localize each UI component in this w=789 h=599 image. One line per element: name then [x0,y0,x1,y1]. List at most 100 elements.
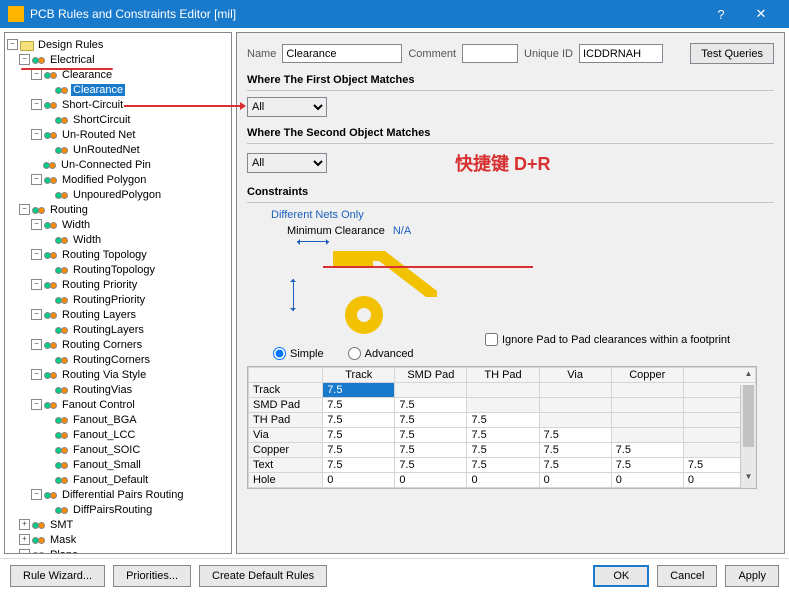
create-default-rules-button[interactable]: Create Default Rules [199,565,327,587]
name-input[interactable] [282,44,402,63]
matrix-cell[interactable]: 7.5 [467,458,539,473]
tree-unrouted-group[interactable]: Un-Routed Net [60,129,137,141]
matrix-cell[interactable]: 7.5 [323,398,395,413]
matrix-cell[interactable] [467,398,539,413]
expand-icon[interactable]: + [19,534,30,545]
tree-diffpair-group[interactable]: Differential Pairs Routing [60,489,185,501]
tree-short[interactable]: ShortCircuit [71,114,132,126]
tree-fanout-bga[interactable]: Fanout_BGA [71,414,139,426]
matrix-cell[interactable]: 7.5 [611,458,683,473]
tree-rtopo[interactable]: RoutingTopology [71,264,157,276]
matrix-cell[interactable]: 0 [395,473,467,488]
collapse-icon[interactable]: − [7,39,18,50]
matrix-cell[interactable]: 7.5 [539,443,611,458]
collapse-icon[interactable]: − [19,549,30,554]
tree-rlay[interactable]: RoutingLayers [71,324,146,336]
tree-fanout-small[interactable]: Fanout_Small [71,459,143,471]
first-match-select[interactable]: All [247,97,327,117]
expand-icon[interactable]: + [19,519,30,530]
matrix-cell[interactable]: 7.5 [539,458,611,473]
matrix-cell[interactable] [539,413,611,428]
ok-button[interactable]: OK [593,565,649,587]
uid-input[interactable] [579,44,663,63]
tree-fanout-soic[interactable]: Fanout_SOIC [71,444,142,456]
tree-short-group[interactable]: Short-Circuit [60,99,125,111]
matrix-cell[interactable]: 7.5 [323,383,395,398]
comment-input[interactable] [462,44,518,63]
tree-modpoly[interactable]: UnpouredPolygon [71,189,163,201]
collapse-icon[interactable]: − [31,369,42,380]
matrix-cell[interactable] [611,398,683,413]
vertical-scrollbar[interactable]: ▲ ▼ [740,385,756,488]
tree-rvia[interactable]: RoutingVias [71,384,134,396]
matrix-cell[interactable]: 7.5 [395,443,467,458]
tree-electrical[interactable]: Electrical [48,54,97,66]
priorities-button[interactable]: Priorities... [113,565,191,587]
matrix-cell[interactable] [611,383,683,398]
collapse-icon[interactable]: − [31,489,42,500]
matrix-cell[interactable]: 0 [611,473,683,488]
collapse-icon[interactable]: − [31,129,42,140]
tree-modpoly-group[interactable]: Modified Polygon [60,174,148,186]
collapse-icon[interactable]: − [31,174,42,185]
tree-rvia-group[interactable]: Routing Via Style [60,369,148,381]
ignore-pad-checkbox[interactable] [485,333,498,346]
matrix-cell[interactable]: 7.5 [539,428,611,443]
tree-clearance-group[interactable]: Clearance [60,69,114,81]
matrix-cell[interactable] [539,383,611,398]
mode-advanced-radio[interactable]: Advanced [348,347,414,360]
tree-rtopo-group[interactable]: Routing Topology [60,249,149,261]
matrix-cell[interactable]: 0 [467,473,539,488]
tree-fanout-default[interactable]: Fanout_Default [71,474,150,486]
clearance-matrix[interactable]: TrackSMD PadTH PadViaCopperTrack7.5SMD P… [247,366,757,489]
matrix-cell[interactable]: 0 [323,473,395,488]
tree-rprio[interactable]: RoutingPriority [71,294,147,306]
tree-unconnpin[interactable]: Un-Connected Pin [59,159,153,171]
mode-simple-radio[interactable]: Simple [273,347,324,360]
test-queries-button[interactable]: Test Queries [690,43,774,64]
tree-diffpair[interactable]: DiffPairsRouting [71,504,154,516]
matrix-cell[interactable] [467,383,539,398]
tree-rcor-group[interactable]: Routing Corners [60,339,144,351]
tree-fanout-group[interactable]: Fanout Control [60,399,137,411]
collapse-icon[interactable]: − [31,99,42,110]
collapse-icon[interactable]: − [19,204,30,215]
tree-smt[interactable]: SMT [48,519,75,531]
matrix-cell[interactable]: 7.5 [323,443,395,458]
close-button[interactable]: ✕ [741,6,781,22]
apply-button[interactable]: Apply [725,565,779,587]
matrix-cell[interactable] [395,383,467,398]
collapse-icon[interactable]: − [31,249,42,260]
matrix-cell[interactable] [611,428,683,443]
tree-fanout-lcc[interactable]: Fanout_LCC [71,429,137,441]
matrix-cell[interactable] [539,398,611,413]
matrix-cell[interactable]: 7.5 [395,413,467,428]
collapse-icon[interactable]: − [31,339,42,350]
matrix-cell[interactable]: 7.5 [467,413,539,428]
matrix-cell[interactable] [611,413,683,428]
collapse-icon[interactable]: − [31,399,42,410]
collapse-icon[interactable]: − [31,279,42,290]
collapse-icon[interactable]: − [31,69,42,80]
collapse-icon[interactable]: − [31,309,42,320]
tree-rcor[interactable]: RoutingCorners [71,354,152,366]
collapse-icon[interactable]: − [31,219,42,230]
tree-clearance[interactable]: Clearance [71,84,125,96]
tree-plane[interactable]: Plane [48,549,80,555]
matrix-cell[interactable]: 7.5 [395,458,467,473]
matrix-cell[interactable]: 7.5 [395,428,467,443]
tree-width[interactable]: Width [71,234,103,246]
cancel-button[interactable]: Cancel [657,565,717,587]
collapse-icon[interactable]: − [19,54,30,65]
matrix-cell[interactable]: 7.5 [323,458,395,473]
tree-rprio-group[interactable]: Routing Priority [60,279,139,291]
help-button[interactable]: ? [701,7,741,22]
tree-width-group[interactable]: Width [60,219,92,231]
matrix-cell[interactable]: 7.5 [467,428,539,443]
matrix-cell[interactable]: 7.5 [323,428,395,443]
tree-unrouted[interactable]: UnRoutedNet [71,144,142,156]
tree-mask[interactable]: Mask [48,534,78,546]
rule-wizard-button[interactable]: Rule Wizard... [10,565,105,587]
matrix-cell[interactable]: 7.5 [323,413,395,428]
tree-rlay-group[interactable]: Routing Layers [60,309,138,321]
